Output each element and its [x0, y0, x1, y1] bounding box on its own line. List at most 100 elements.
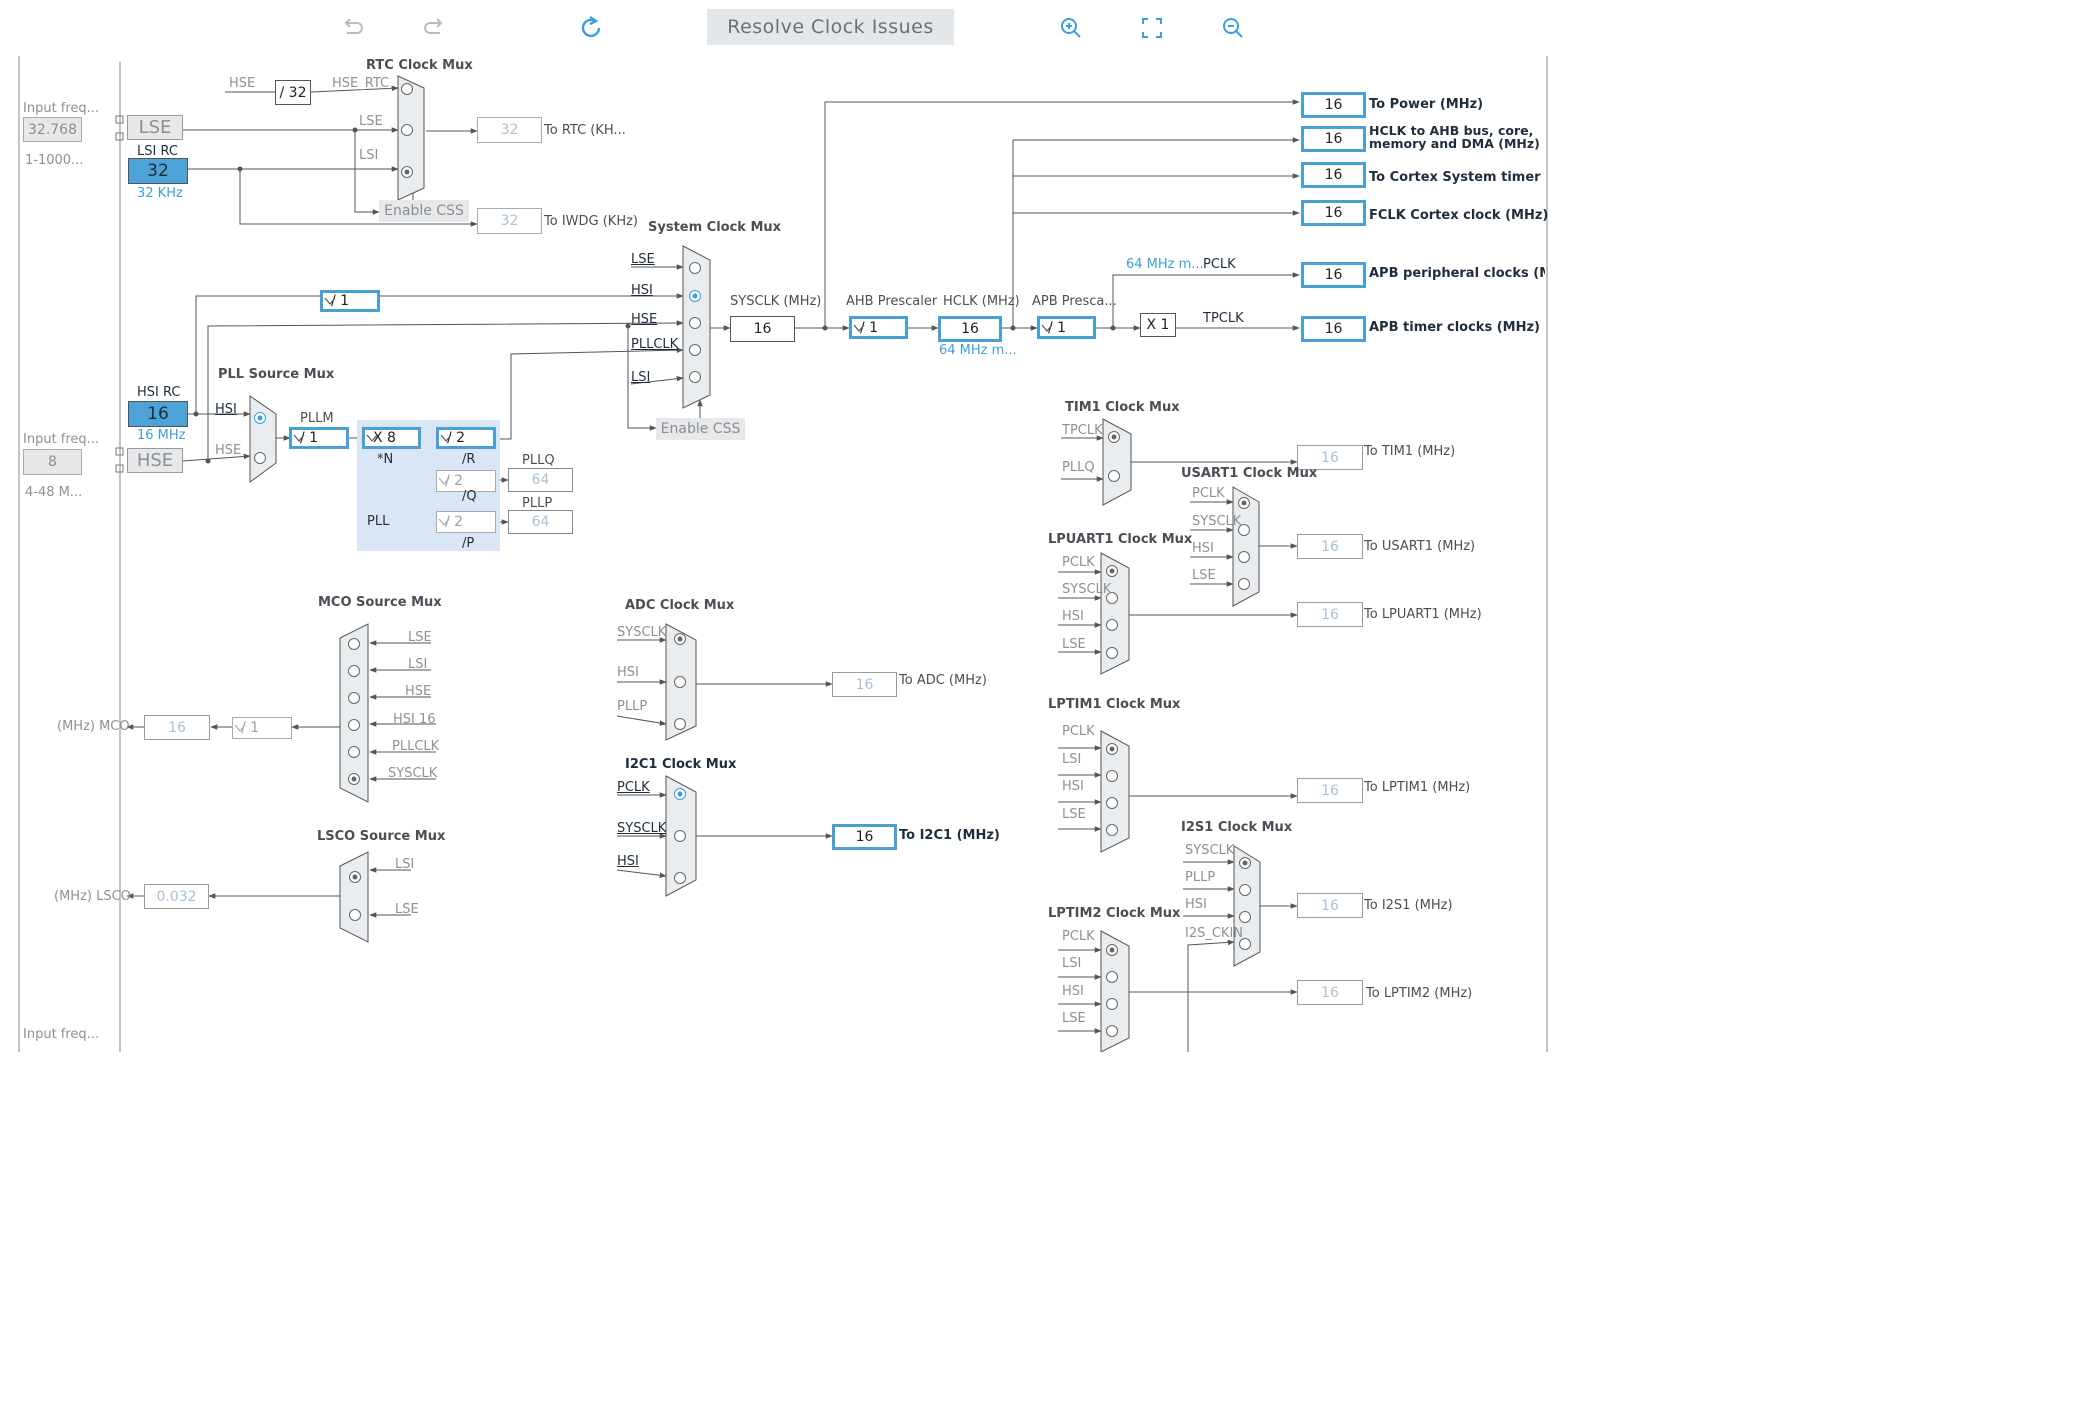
usart-pclk-label: PCLK	[1192, 486, 1225, 501]
fclk-label: FCLK Cortex clock (MHz)	[1369, 208, 1549, 223]
hsi-divider-select[interactable]: / 1	[320, 290, 380, 312]
zoom-in-icon[interactable]	[1055, 12, 1087, 44]
lsi-rc-value[interactable]: 32	[128, 158, 188, 184]
i2c1-output[interactable]: 16	[832, 824, 897, 850]
pll-source-mux-shape	[249, 395, 277, 483]
lptim1-pclk-label: PCLK	[1062, 724, 1095, 739]
hsi-rc-value[interactable]: 16	[128, 401, 188, 427]
to-iwdg-label: To IWDG (KHz)	[544, 214, 638, 229]
chevron-down-icon	[324, 297, 336, 305]
lptim1-lse-label: LSE	[1062, 807, 1086, 822]
lsco-lsi-label: LSI	[395, 857, 415, 872]
chevron-down-icon	[438, 477, 450, 485]
rtc-lsi-label: LSI	[359, 148, 379, 163]
rtc-hse-divider: / 32	[275, 80, 311, 105]
i2c-hsi-label: HSI	[617, 854, 639, 869]
plln-select[interactable]: X 8	[362, 427, 421, 449]
pll-p-label: /P	[462, 536, 475, 551]
cortex-timer-output[interactable]: 16	[1301, 162, 1366, 188]
lsco-mux-shape	[339, 851, 369, 943]
chevron-down-icon	[234, 724, 246, 732]
usart-lse-label: LSE	[1192, 568, 1216, 583]
to-lptim1-label: To LPTIM1 (MHz)	[1364, 780, 1471, 795]
apb-prescaler-select[interactable]: / 1	[1037, 316, 1096, 339]
pllp-select[interactable]: / 2	[436, 511, 496, 533]
adc-sysclk-label: SYSCLK	[617, 625, 667, 640]
to-usart1-label: To USART1 (MHz)	[1364, 539, 1476, 554]
hse-range-label: 4-48 M...	[25, 485, 83, 500]
redo-icon[interactable]	[418, 12, 450, 44]
lptim2-clock-mux-title: LPTIM2 Clock Mux	[1048, 906, 1181, 921]
to-rtc-label: To RTC (KH...	[544, 123, 626, 138]
pllq-output: 64	[508, 468, 573, 492]
resolve-clock-issues-button[interactable]: Resolve Clock Issues	[707, 9, 954, 45]
i2s1-clock-mux-title: I2S1 Clock Mux	[1181, 820, 1293, 835]
pllp-output: 64	[508, 510, 573, 534]
i2c1-clock-mux-title: I2C1 Clock Mux	[625, 757, 737, 772]
to-cortex-timer-label: To Cortex System timer (MHz)	[1369, 170, 1545, 185]
clock-configuration-view: Resolve Clock Issues Input freq... 32.76…	[0, 0, 1565, 1052]
zoom-out-icon[interactable]	[1217, 12, 1249, 44]
mco-output-value: 16	[144, 715, 210, 740]
hse-input-frequency[interactable]: 8	[23, 449, 82, 475]
pllm-select[interactable]: / 1	[289, 427, 349, 449]
i2s-hsi-label: HSI	[1185, 897, 1207, 912]
hsi-rc-label: HSI RC	[137, 385, 181, 400]
refresh-icon[interactable]	[575, 12, 607, 44]
lse-oscillator[interactable]: LSE	[127, 115, 183, 140]
ahb-prescaler-select[interactable]: / 1	[849, 316, 908, 339]
power-clock-output[interactable]: 16	[1301, 92, 1366, 118]
i2s1-output: 16	[1297, 893, 1363, 918]
pll-q-label: /Q	[462, 489, 477, 504]
sys-mux-hsi-label: HSI	[631, 283, 653, 298]
hclk-bus-label: HCLK to AHB bus, core, memory and DMA (MH…	[1369, 124, 1540, 151]
usart1-clock-mux-title: USART1 Clock Mux	[1181, 466, 1318, 481]
lse-input-frequency[interactable]: 32.768	[23, 117, 82, 142]
hclk-value[interactable]: 16	[938, 316, 1002, 342]
lptim1-hsi-label: HSI	[1062, 779, 1084, 794]
pll-r-label: /R	[462, 452, 476, 467]
mco-lsi-label: LSI	[408, 657, 428, 672]
system-clock-mux-title: System Clock Mux	[648, 220, 782, 235]
fclk-output[interactable]: 16	[1301, 200, 1366, 226]
mco-output-label: (MHz) MCO	[57, 719, 130, 734]
hclk-bus-output[interactable]: 16	[1301, 126, 1366, 152]
fit-to-screen-icon[interactable]	[1136, 12, 1168, 44]
undo-icon[interactable]	[337, 12, 369, 44]
tim1-clock-mux-title: TIM1 Clock Mux	[1065, 400, 1180, 415]
usart-sysclk-label: SYSCLK	[1192, 514, 1242, 529]
pllm-label: PLLM	[300, 411, 334, 426]
lptim1-clock-mux-title: LPTIM1 Clock Mux	[1048, 697, 1181, 712]
hse-oscillator[interactable]: HSE	[127, 448, 183, 473]
system-enable-css-button[interactable]: Enable CSS	[656, 418, 745, 440]
pllq-label: PLLQ	[522, 453, 555, 468]
i2s-pllp-label: PLLP	[1185, 870, 1216, 885]
apb-peripheral-output[interactable]: 16	[1301, 262, 1366, 288]
hse-rtc-label: HSE_RTC	[332, 76, 390, 91]
input-freq-label: Input freq...	[23, 101, 100, 116]
adc-clock-mux-title: ADC Clock Mux	[625, 598, 735, 613]
lpuart-lse-label: LSE	[1062, 637, 1086, 652]
mco-source-mux-title: MCO Source Mux	[318, 595, 442, 610]
pclk-max-label: 64 MHz m...	[1126, 257, 1204, 272]
timer-multiplier: X 1	[1140, 313, 1176, 337]
mco-divider-select[interactable]: / 1	[232, 717, 292, 739]
hclk-label: HCLK (MHz)	[943, 294, 1020, 309]
chevron-down-icon	[293, 434, 305, 442]
lsco-source-mux-title: LSCO Source Mux	[317, 829, 446, 844]
pll-label: PLL	[367, 514, 390, 529]
hclk-max-label: 64 MHz m...	[939, 343, 1017, 358]
i2c-sysclk-label: SYSCLK	[617, 821, 667, 836]
usart1-output: 16	[1297, 534, 1363, 559]
tim1-pllq-label: PLLQ	[1062, 460, 1095, 475]
apb-timer-output[interactable]: 16	[1301, 316, 1366, 342]
rtc-mux-shape	[397, 75, 425, 201]
to-i2s1-label: To I2S1 (MHz)	[1364, 898, 1453, 913]
rtc-enable-css-button[interactable]: Enable CSS	[379, 200, 469, 222]
tpclk-label: TPCLK	[1203, 311, 1244, 326]
adc-hsi-label: HSI	[617, 665, 639, 680]
pclk-label: PCLK	[1203, 257, 1236, 272]
lptim2-pclk-label: PCLK	[1062, 929, 1095, 944]
pllr-select[interactable]: / 2	[436, 427, 496, 449]
clock-tree-canvas: Input freq... 32.768 1-1000... Input fre…	[0, 56, 1565, 1052]
